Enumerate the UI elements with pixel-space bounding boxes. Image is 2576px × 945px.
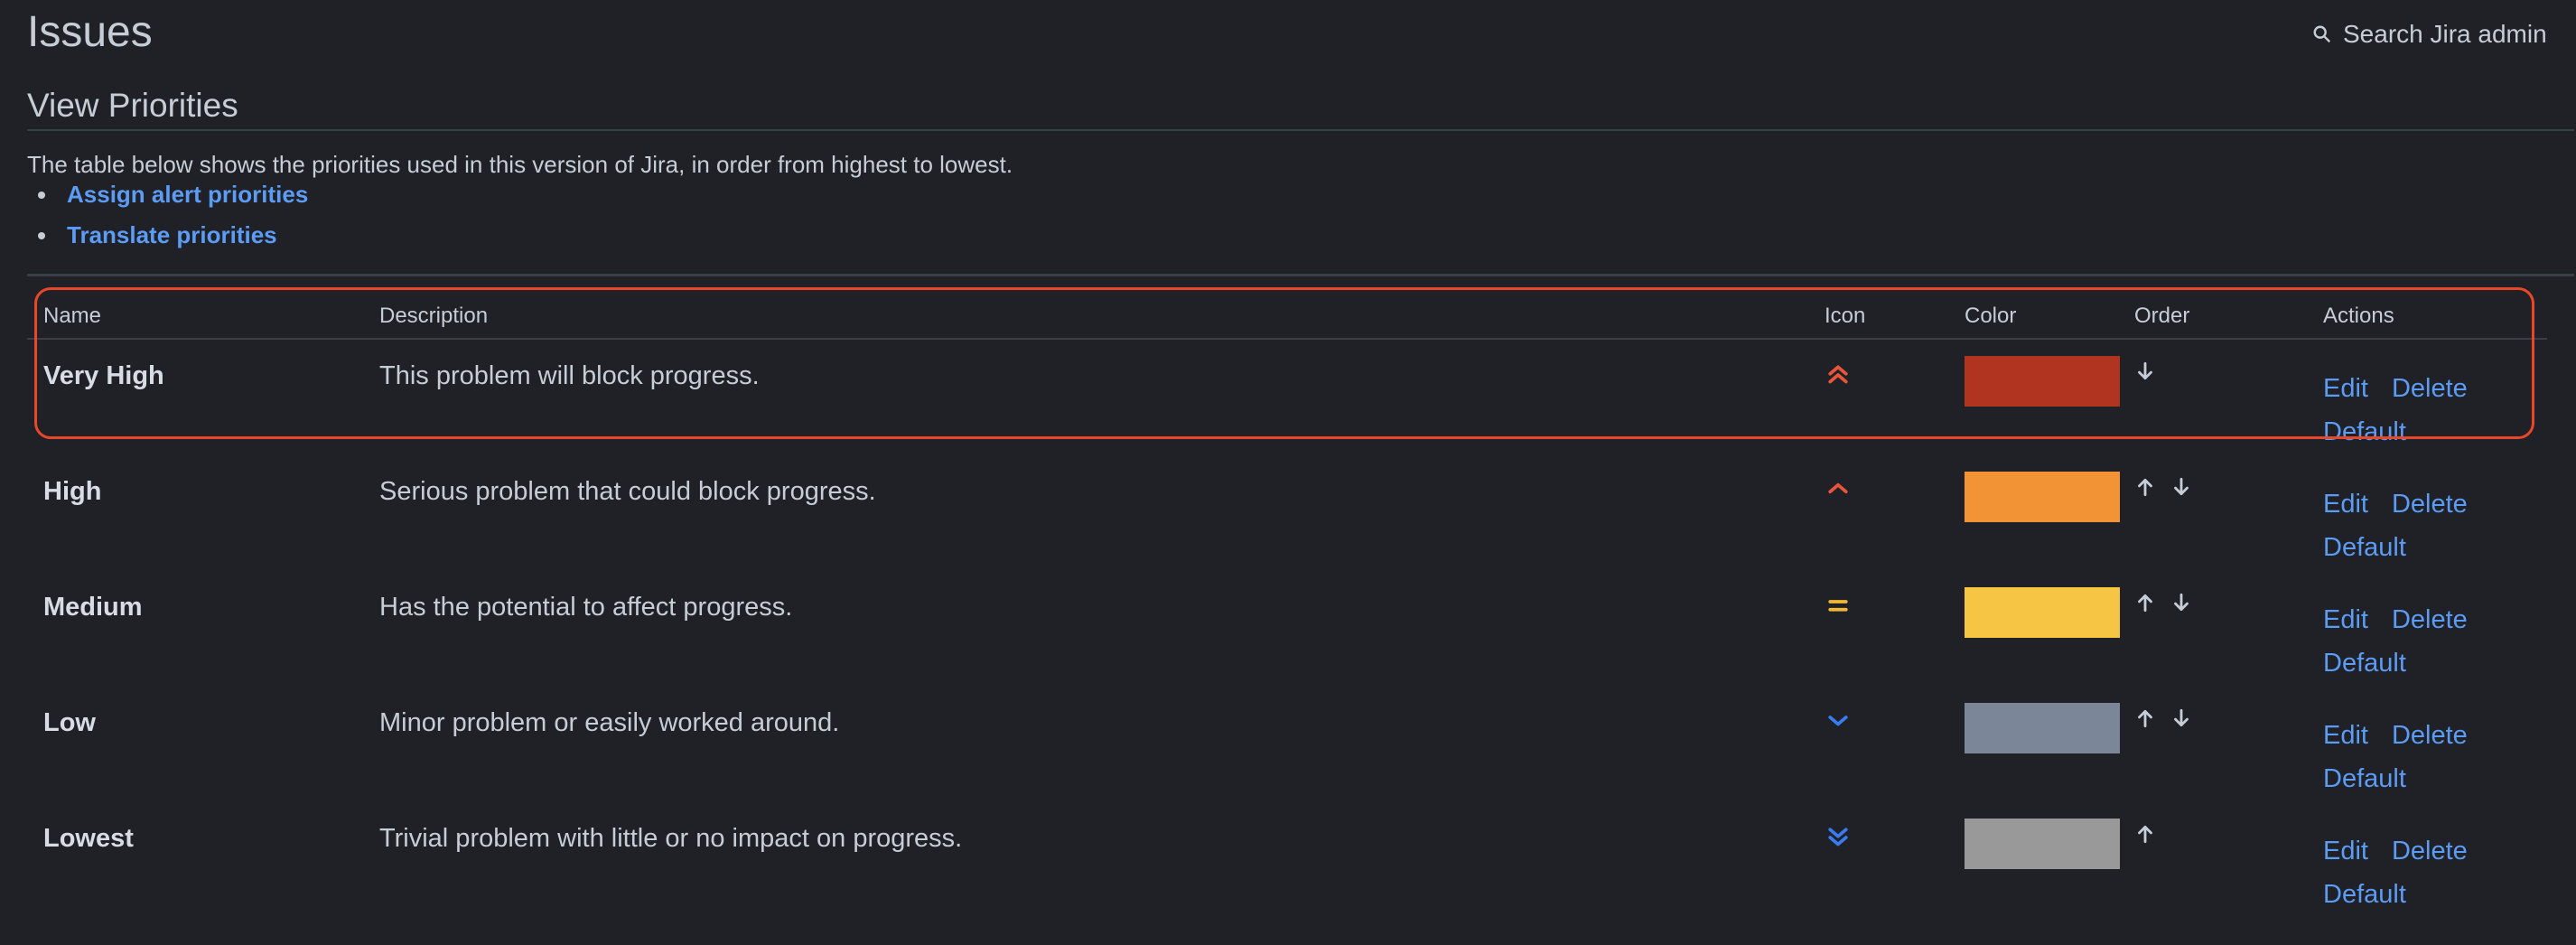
priority-color-swatch [1965, 819, 2120, 869]
priorities-table: Name Description Icon Color Order Action… [27, 287, 2547, 918]
assign-alert-priorities-link[interactable]: Assign alert priorities [67, 181, 308, 209]
column-header-color: Color [1965, 304, 2017, 328]
delete-link[interactable]: Delete [2392, 605, 2468, 634]
edit-link[interactable]: Edit [2323, 837, 2368, 865]
chevron-down-icon [1825, 708, 1852, 735]
priority-description: Has the potential to affect progress. [379, 593, 793, 622]
priority-links: Assign alert priorities Translate priori… [27, 181, 308, 262]
edit-link[interactable]: Edit [2323, 605, 2368, 634]
bullet [38, 231, 45, 239]
table-row: Very High This problem will block progre… [27, 340, 2547, 455]
delete-link[interactable]: Delete [2392, 721, 2468, 750]
intro-text: The table below shows the priorities use… [27, 151, 1013, 178]
double-chevron-down-icon [1825, 824, 1852, 851]
column-header-icon: Icon [1825, 304, 1866, 328]
search-icon [2313, 25, 2331, 43]
table-row: Lowest Trivial problem with little or no… [27, 802, 2547, 918]
row-actions: Edit Delete Default [2323, 598, 2504, 685]
chevron-up-icon [1825, 477, 1852, 504]
table-row: High Serious problem that could block pr… [27, 455, 2547, 571]
bullet [38, 191, 45, 199]
row-actions: Edit Delete Default [2323, 714, 2504, 800]
order-controls [2133, 360, 2157, 383]
order-controls [2133, 706, 2193, 730]
translate-priorities-link[interactable]: Translate priorities [67, 221, 277, 249]
edit-link[interactable]: Edit [2323, 374, 2368, 403]
order-controls [2133, 591, 2193, 614]
list-item: Translate priorities [27, 221, 308, 249]
row-actions: Edit Delete Default [2323, 829, 2504, 916]
move-up-icon[interactable] [2133, 591, 2157, 614]
priority-description: Minor problem or easily worked around. [379, 708, 840, 737]
move-down-icon[interactable] [2133, 360, 2157, 383]
table-row: Low Minor problem or easily worked aroun… [27, 687, 2547, 802]
default-link[interactable]: Default [2323, 649, 2406, 678]
delete-link[interactable]: Delete [2392, 374, 2468, 403]
move-up-icon[interactable] [2133, 706, 2157, 730]
priority-name: Low [43, 708, 96, 737]
default-link[interactable]: Default [2323, 764, 2406, 793]
default-link[interactable]: Default [2323, 533, 2406, 562]
move-up-icon[interactable] [2133, 822, 2157, 846]
column-header-order: Order [2134, 304, 2190, 328]
move-up-icon[interactable] [2133, 475, 2157, 499]
priority-description: Trivial problem with little or no impact… [379, 824, 963, 853]
column-header-description: Description [379, 304, 489, 328]
priority-description: Serious problem that could block progres… [379, 477, 876, 506]
table-body: Very High This problem will block progre… [27, 340, 2547, 918]
priority-color-swatch [1965, 703, 2120, 753]
edit-link[interactable]: Edit [2323, 721, 2368, 750]
priority-name: High [43, 477, 102, 506]
move-down-icon[interactable] [2170, 475, 2193, 499]
divider [27, 129, 2574, 131]
search-label: Search Jira admin [2343, 20, 2547, 48]
priority-color-swatch [1965, 472, 2120, 522]
column-header-name: Name [43, 304, 102, 328]
column-header-actions: Actions [2323, 304, 2394, 328]
divider [27, 274, 2574, 276]
move-down-icon[interactable] [2170, 591, 2193, 614]
delete-link[interactable]: Delete [2392, 837, 2468, 865]
search-jira-admin-link[interactable]: Search Jira admin [2312, 20, 2576, 49]
priority-color-swatch [1965, 587, 2120, 638]
delete-link[interactable]: Delete [2392, 490, 2468, 519]
priority-name: Very High [43, 361, 164, 390]
equals-icon [1825, 593, 1852, 620]
order-controls [2133, 822, 2157, 846]
edit-link[interactable]: Edit [2323, 490, 2368, 519]
priority-description: This problem will block progress. [379, 361, 760, 390]
order-controls [2133, 475, 2193, 499]
default-link[interactable]: Default [2323, 880, 2406, 909]
list-item: Assign alert priorities [27, 181, 308, 209]
section-title: View Priorities [27, 87, 238, 124]
priority-name: Medium [43, 593, 143, 622]
row-actions: Edit Delete Default [2323, 367, 2504, 454]
row-actions: Edit Delete Default [2323, 482, 2504, 569]
priority-name: Lowest [43, 824, 134, 853]
priority-color-swatch [1965, 356, 2120, 407]
default-link[interactable]: Default [2323, 417, 2406, 446]
double-chevron-up-icon [1825, 361, 1852, 388]
table-row: Medium Has the potential to affect progr… [27, 571, 2547, 687]
move-down-icon[interactable] [2170, 706, 2193, 730]
page-title: Issues [27, 8, 153, 56]
table-header: Name Description Icon Color Order Action… [27, 287, 2547, 340]
